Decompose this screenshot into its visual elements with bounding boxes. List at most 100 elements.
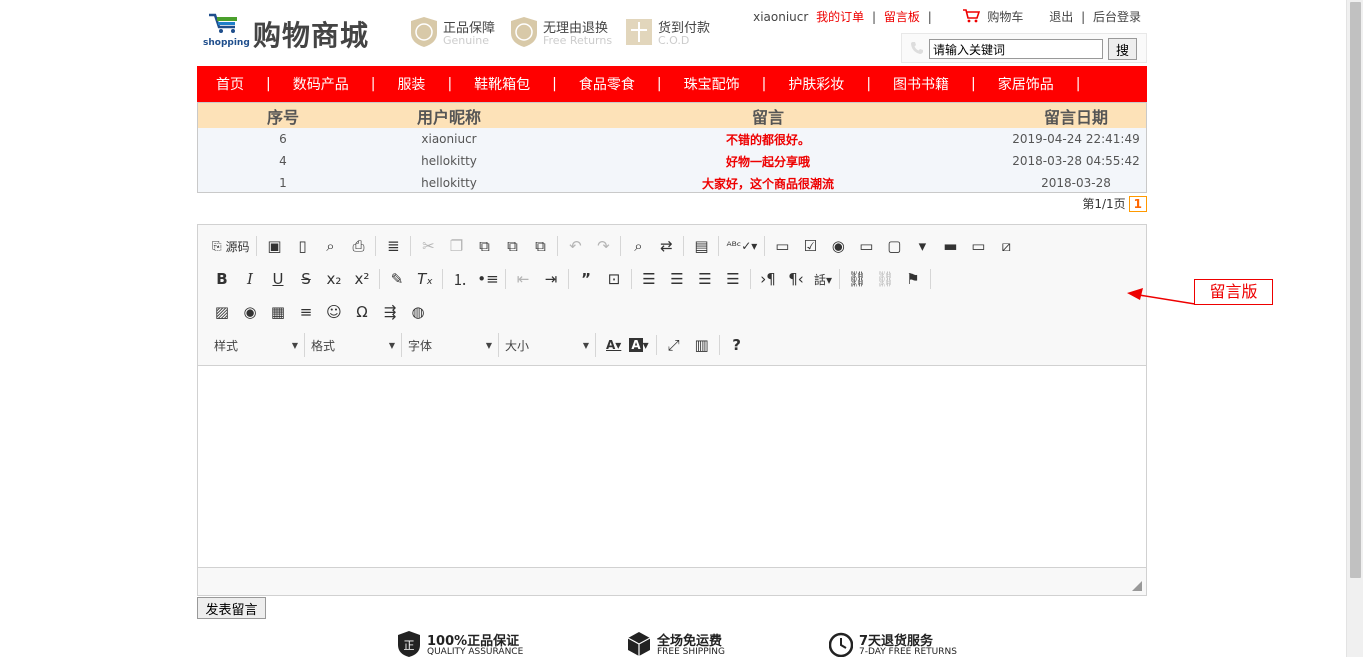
horizontal-line-icon[interactable]: ≡	[292, 300, 320, 324]
pagination: 第1/1页 1	[197, 195, 1147, 215]
align-left-icon[interactable]: ☰	[635, 267, 663, 291]
size-select[interactable]: 大小 ▼	[499, 333, 596, 357]
cart-icon[interactable]	[962, 9, 980, 23]
resize-grip-icon[interactable]	[1132, 581, 1142, 591]
nav-item-digital[interactable]: 数码产品	[293, 74, 349, 94]
nav-item-food[interactable]: 食品零食	[579, 74, 635, 94]
special-char-icon[interactable]: Ω	[348, 300, 376, 324]
new-page-icon[interactable]: ▯	[288, 234, 316, 258]
preview-icon[interactable]: ⌕	[316, 234, 344, 258]
find-icon[interactable]: ⌕	[624, 234, 652, 258]
show-blocks-icon[interactable]: ▥	[688, 333, 716, 357]
undo-icon[interactable]: ↶	[561, 234, 589, 258]
nav-item-clothing[interactable]: 服装	[397, 74, 425, 94]
cut-icon[interactable]: ✂	[414, 234, 442, 258]
underline-icon[interactable]: U	[264, 267, 292, 291]
select-field-icon[interactable]: ▾	[908, 234, 936, 258]
create-div-icon[interactable]: ⊡	[600, 267, 628, 291]
table-icon[interactable]: ▦	[264, 300, 292, 324]
indent-icon[interactable]: ⇥	[537, 267, 565, 291]
cod-badge-icon	[626, 19, 652, 45]
align-center-icon[interactable]: ☰	[663, 267, 691, 291]
nav-item-home[interactable]: 首页	[216, 74, 244, 94]
source-icon: ⎘	[212, 238, 222, 253]
nav-item-cosmetics[interactable]: 护肤彩妆	[788, 74, 844, 94]
language-icon[interactable]: 話▾	[810, 267, 836, 291]
radio-icon[interactable]: ◉	[824, 234, 852, 258]
table-header: 序号 用户昵称 留言 留言日期	[198, 103, 1146, 128]
scrollbar-thumb[interactable]	[1350, 2, 1361, 578]
button-field-icon[interactable]: ▬	[936, 234, 964, 258]
smiley-icon[interactable]: ☺	[320, 300, 348, 324]
remove-format-icon[interactable]: Tₓ	[411, 267, 439, 291]
format-select[interactable]: 格式 ▼	[305, 333, 402, 357]
templates-icon[interactable]: ≣	[379, 234, 407, 258]
cart-link[interactable]: 购物车	[987, 8, 1023, 25]
admin-login-link[interactable]: 后台登录	[1093, 8, 1141, 25]
logout-link[interactable]: 退出	[1049, 8, 1073, 25]
paste-word-icon[interactable]: ⧉	[526, 234, 554, 258]
submit-message-button[interactable]: 发表留言	[197, 597, 266, 619]
unlink-icon[interactable]: ⛓	[871, 267, 899, 291]
rtl-icon[interactable]: ¶‹	[782, 267, 810, 291]
bulleted-list-icon[interactable]: •≡	[474, 267, 502, 291]
outdent-icon[interactable]: ⇤	[509, 267, 537, 291]
my-orders-link[interactable]: 我的订单	[816, 8, 864, 25]
nav-item-shoes-bags[interactable]: 鞋靴箱包	[474, 74, 530, 94]
copy-format-icon[interactable]: ✎	[383, 267, 411, 291]
iframe-globe-icon[interactable]: ◍	[404, 300, 432, 324]
bold-icon[interactable]: B	[208, 267, 236, 291]
blockquote-icon[interactable]: ”	[572, 267, 600, 291]
select-all-icon[interactable]: ▤	[687, 234, 715, 258]
nav-item-jewelry[interactable]: 珠宝配饰	[684, 74, 740, 94]
guestbook-link[interactable]: 留言板	[884, 8, 920, 25]
hidden-field-icon[interactable]: ⧄	[992, 234, 1020, 258]
anchor-flag-icon[interactable]: ⚑	[899, 267, 927, 291]
ltr-icon[interactable]: ›¶	[754, 267, 782, 291]
search-input[interactable]	[929, 39, 1103, 59]
image-icon[interactable]: ▨	[208, 300, 236, 324]
flash-icon[interactable]: ◉	[236, 300, 264, 324]
save-icon[interactable]: ▣	[260, 234, 288, 258]
align-justify-icon[interactable]: ☰	[719, 267, 747, 291]
nav-item-home-decor[interactable]: 家居饰品	[998, 74, 1054, 94]
maximize-icon[interactable]: ⤢	[660, 333, 688, 357]
font-select[interactable]: 字体 ▼	[402, 333, 499, 357]
form-icon[interactable]: ▭	[768, 234, 796, 258]
copy-icon[interactable]: ❐	[442, 234, 470, 258]
vertical-scrollbar[interactable]	[1346, 0, 1363, 657]
spellcheck-icon[interactable]: ᴬᴮᶜ✓▾	[722, 234, 761, 258]
paste-icon[interactable]: ⧉	[470, 234, 498, 258]
subscript-icon[interactable]: x₂	[320, 267, 348, 291]
editor-content-area[interactable]	[198, 366, 1146, 567]
textfield-icon[interactable]: ▭	[852, 234, 880, 258]
strikethrough-icon[interactable]: S	[292, 267, 320, 291]
table-row: 6 xiaoniucr 不错的都很好。 2019-04-24 22:41:49	[279, 132, 1140, 147]
source-button[interactable]: ⎘ 源码	[208, 234, 253, 258]
site-logo[interactable]: shopping	[201, 10, 250, 50]
replace-icon[interactable]: ⇄	[652, 234, 680, 258]
style-select[interactable]: 样式 ▼	[208, 333, 305, 357]
text-color-icon[interactable]: A▾	[602, 333, 625, 357]
image-button-icon[interactable]: ▭	[964, 234, 992, 258]
paste-text-icon[interactable]: ⧉	[498, 234, 526, 258]
username-link[interactable]: xiaoniucr	[753, 10, 808, 24]
search-button[interactable]: 搜	[1108, 38, 1137, 60]
nav-item-books[interactable]: 图书书籍	[893, 74, 949, 94]
help-button[interactable]: ?	[723, 333, 751, 357]
page-number-button[interactable]: 1	[1128, 196, 1147, 212]
redo-icon[interactable]: ↷	[589, 234, 617, 258]
textarea-icon[interactable]: ▢	[880, 234, 908, 258]
site-title[interactable]: 购物商城	[253, 14, 369, 54]
link-icon[interactable]: ⛓	[843, 267, 871, 291]
italic-icon[interactable]: I	[236, 267, 264, 291]
message-table: 序号 用户昵称 留言 留言日期 6 xiaoniucr 不错的都很好。 2019…	[197, 102, 1147, 193]
superscript-icon[interactable]: x²	[348, 267, 376, 291]
checkbox-icon[interactable]: ☑	[796, 234, 824, 258]
align-right-icon[interactable]: ☰	[691, 267, 719, 291]
search-bar: 搜	[901, 33, 1147, 63]
print-icon[interactable]: ⎙	[344, 234, 372, 258]
bg-color-icon[interactable]: A ▾	[625, 333, 652, 357]
page-break-icon[interactable]: ⇶	[376, 300, 404, 324]
numbered-list-icon[interactable]: ⒈	[446, 267, 474, 291]
